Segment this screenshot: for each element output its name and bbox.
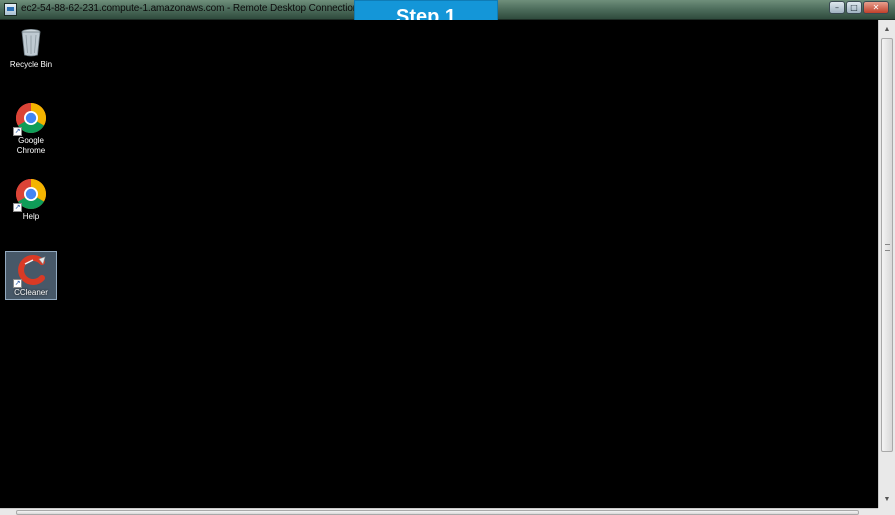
scroll-down-arrow-icon[interactable]: ▼ — [879, 491, 895, 507]
window-title: ec2-54-88-62-231.compute-1.amazonaws.com… — [21, 3, 359, 14]
desktop-item-help[interactable]: ↗ Help — [5, 178, 57, 224]
desktop-item-recycle-bin[interactable]: Recycle Bin — [5, 26, 57, 74]
recycle-bin-icon — [15, 26, 47, 58]
remote-desktop-window: ec2-54-88-62-231.compute-1.amazonaws.com… — [0, 0, 895, 515]
desktop-item-label: Recycle Bin — [9, 60, 53, 69]
desktop-item-label: CCleaner — [14, 288, 48, 297]
maximize-button[interactable]: □ — [846, 1, 862, 14]
shortcut-arrow-icon: ↗ — [13, 127, 22, 136]
desktop-item-ccleaner[interactable]: ↗ CCleaner — [5, 251, 57, 300]
vertical-scroll-thumb[interactable] — [881, 38, 893, 452]
horizontal-scrollbar[interactable] — [0, 508, 878, 515]
grip-icon — [885, 244, 890, 251]
minimize-button[interactable]: – — [829, 1, 845, 14]
remote-desktop-icon — [4, 3, 17, 16]
desktop-item-google-chrome[interactable]: ↗ Google Chrome — [5, 102, 57, 160]
vertical-scrollbar[interactable]: ▲ ▼ — [878, 20, 895, 508]
horizontal-scroll-thumb[interactable] — [16, 510, 859, 515]
chrome-icon: ↗ — [13, 178, 47, 212]
desktop-item-label: Help — [22, 212, 40, 221]
scroll-up-arrow-icon[interactable]: ▲ — [879, 21, 895, 37]
chrome-icon: ↗ — [13, 102, 47, 136]
remote-desktop-area[interactable]: Recycle Bin ↗ Google Chrome ↗ Help ↗ CCl… — [0, 20, 878, 508]
shortcut-arrow-icon: ↗ — [13, 279, 22, 288]
window-controls: – □ ✕ — [829, 1, 889, 15]
close-button[interactable]: ✕ — [863, 1, 889, 14]
scrollbar-corner — [878, 508, 895, 515]
desktop-item-label: Google Chrome — [16, 136, 46, 155]
ccleaner-icon: ↗ — [13, 254, 47, 288]
shortcut-arrow-icon: ↗ — [13, 203, 22, 212]
